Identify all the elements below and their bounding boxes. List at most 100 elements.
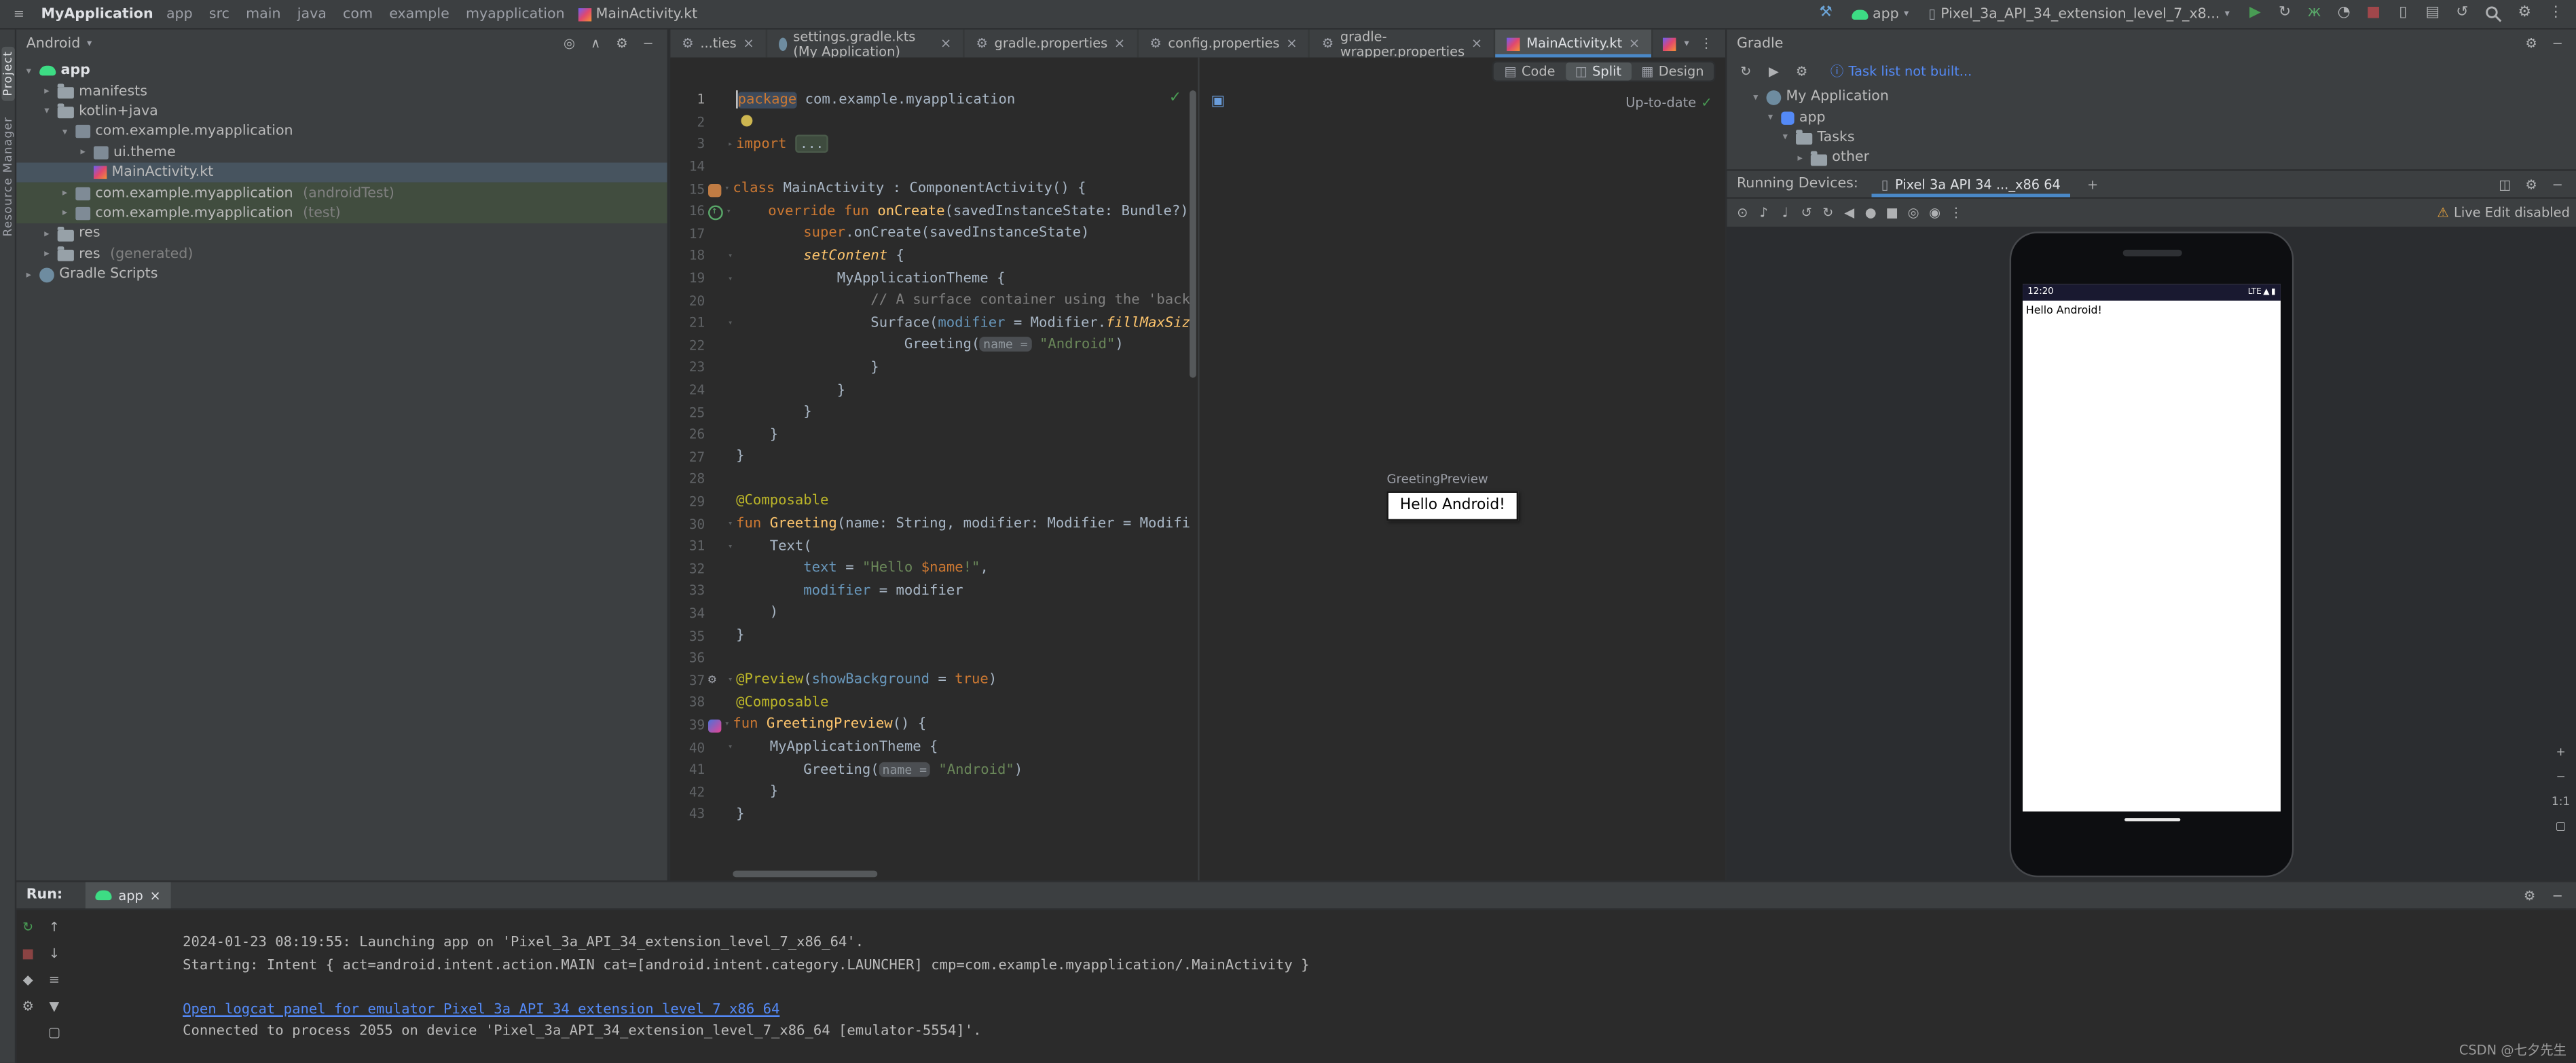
gradle-settings-icon[interactable]: ⚙ [1792,62,1811,80]
home-icon[interactable]: ● [1862,204,1880,222]
volume-down-icon[interactable]: ♩ [1776,204,1795,222]
code-line[interactable]: 14 [670,155,1190,178]
locate-file-icon[interactable]: ◎ [560,35,578,53]
gradle-tree-row[interactable]: ▾ app [1727,107,2576,128]
emulator-phone[interactable]: 12:20 LTE ▲ ▮ Hello Android! [2010,231,2294,877]
project-tree-row[interactable]: ▾ com.example.myapplication [16,122,667,142]
tree-chevron-icon[interactable]: ▸ [41,86,53,97]
project-tree-row[interactable]: ▸ res [16,223,667,244]
back-icon[interactable]: ◀ [1840,204,1858,222]
scroll-to-end-icon[interactable]: ▼ [45,997,64,1015]
fold-marker-icon[interactable]: ▾ [724,318,736,329]
preview-settings-icon[interactable] [708,672,724,688]
code-editor[interactable]: 1package com.example.myapplication23▸imp… [670,58,1198,880]
zoom-reset-button[interactable]: 1:1 [2550,794,2571,812]
screen-record-icon[interactable]: ◉ [1926,204,1944,222]
code-line[interactable]: 39▾fun GreetingPreview() { [670,714,1190,736]
project-tree-row[interactable]: ▾ app [16,61,667,81]
console-settings-icon[interactable]: ⚙ [2520,887,2539,905]
code-line[interactable]: 19▾ MyApplicationTheme { [670,267,1190,290]
more-options-icon[interactable]: ⋮ [2545,3,2566,24]
scroll-down-icon[interactable]: ↓ [45,945,64,963]
close-tab-icon[interactable]: × [1286,36,1297,51]
gradle-notice[interactable]: ⓘ Task list not built... [1830,62,1972,80]
panel-settings-icon[interactable]: ⚙ [2522,35,2541,53]
fold-marker-icon[interactable]: ▾ [721,184,733,194]
editor-tab[interactable]: ...ties × [670,30,767,58]
tree-chevron-icon[interactable]: ▸ [1795,153,1806,164]
code-line[interactable]: 36 [670,647,1190,669]
debug-icon[interactable]: ж [2304,3,2325,24]
code-line[interactable]: 22 Greeting(name = "Android") [670,335,1190,357]
gradle-tree-row[interactable]: ▾ My Application [1727,87,2576,107]
project-tree-row[interactable]: ▸ res (generated) [16,244,667,264]
code-line[interactable]: 35} [670,624,1190,647]
device-select[interactable]: ▯ Pixel_3a_API_34_extension_level_7_x8..… [1924,4,2234,24]
breadcrumb-item[interactable]: app [166,5,193,22]
tool-button-resource-manager[interactable]: Resource Manager [1,117,14,238]
code-line[interactable]: 16▾ override fun onCreate(savedInstanceS… [670,200,1190,223]
settings-gear-icon[interactable]: ⚙ [19,997,37,1015]
main-menu-icon[interactable]: ≡ [10,5,29,23]
run-configuration-select[interactable]: app ▾ [1846,4,1913,24]
settings-gear-icon[interactable]: ⚙ [2514,3,2535,24]
rotate-right-icon[interactable]: ↻ [1819,204,1837,222]
overview-icon[interactable]: ■ [1883,204,1901,222]
build-hammer-icon[interactable]: ⚒ [1815,3,1836,24]
tree-chevron-icon[interactable]: ▸ [23,269,35,280]
code-line[interactable]: 34 ) [670,602,1190,624]
hide-panel-icon[interactable]: − [639,35,657,53]
tree-chevron-icon[interactable]: ▾ [23,65,35,77]
hide-panel-icon[interactable]: − [2548,887,2566,905]
sync-gradle-icon[interactable]: ↺ [2452,3,2473,24]
compose-preview-icon[interactable] [708,720,721,733]
device-manager-icon[interactable]: ▯ [2393,3,2414,24]
code-line[interactable]: 30▾fun Greeting(name: String, modifier: … [670,513,1190,536]
class-icon[interactable] [708,184,721,197]
code-line[interactable]: 27} [670,446,1190,468]
editor-mode-button[interactable]: ◫ Split [1565,62,1632,81]
breadcrumb-file[interactable]: MainActivity.kt [578,5,697,22]
tree-chevron-icon[interactable]: ▸ [77,147,89,158]
console-output[interactable]: 2024-01-23 08:19:55: Launching app on 'P… [66,908,2576,1062]
search-everywhere-icon[interactable] [2483,3,2504,24]
tree-chevron-icon[interactable]: ▸ [41,228,53,240]
editor-tab[interactable]: MainActivity.kt × [1495,30,1653,58]
code-line[interactable]: 18▾ setContent { [670,245,1190,267]
code-line[interactable]: 21▾ Surface(modifier = Modifier.fillMaxS… [670,312,1190,335]
override-icon[interactable] [708,206,723,221]
code-line[interactable]: 38@Composable [670,692,1190,714]
breadcrumb-item[interactable]: main [246,5,280,22]
build-refresh-icon[interactable]: ▣ [1211,94,1226,110]
chevron-down-icon[interactable]: ▾ [1684,38,1689,50]
profiler-icon[interactable]: ◔ [2333,3,2354,24]
code-line[interactable]: 24 } [670,379,1190,401]
tree-chevron-icon[interactable]: ▾ [59,126,71,138]
phone-screen[interactable]: 12:20 LTE ▲ ▮ Hello Android! [2023,284,2281,812]
panel-settings-icon[interactable]: ⚙ [2522,175,2541,193]
editor-mode-button[interactable]: ▤ Code [1494,62,1565,81]
tree-chevron-icon[interactable]: ▸ [41,248,53,260]
editor-tab[interactable]: config.properties × [1138,30,1310,58]
zoom-fit-button[interactable]: ▢ [2550,818,2571,836]
hide-panel-icon[interactable]: − [2548,175,2566,193]
fold-marker-icon[interactable]: ▸ [724,140,736,150]
breadcrumb-item[interactable]: java [297,5,327,22]
panel-settings-icon[interactable]: ⚙ [613,35,631,53]
editor-mode-button[interactable]: ▦ Design [1632,62,1714,81]
gradle-tree-row[interactable]: ▾ Tasks [1727,128,2576,148]
live-edit-status[interactable]: ⚠ Live Edit disabled [2437,206,2569,221]
console-line[interactable]: 2024-01-23 08:19:55: Launching app on 'P… [98,918,2576,941]
run-button[interactable]: ▶ [2245,3,2266,24]
code-line[interactable]: 3▸import ... [670,133,1190,155]
breadcrumb-item[interactable]: myapplication [466,5,565,22]
fold-marker-icon[interactable]: ▾ [724,274,736,284]
code-line[interactable]: 37▾@Preview(showBackground = true) [670,669,1190,692]
tree-chevron-icon[interactable]: ▸ [59,187,71,199]
gradle-tree-row[interactable]: ▸ other [1727,148,2576,168]
code-line[interactable]: 1package com.example.myapplication [670,89,1190,111]
code-line[interactable]: 28 [670,468,1190,491]
fold-marker-icon[interactable]: ▾ [724,743,736,753]
apply-changes-icon[interactable]: ↻ [2274,3,2295,24]
editor-tab[interactable]: settings.gradle.kts (My Application) × [767,30,965,58]
